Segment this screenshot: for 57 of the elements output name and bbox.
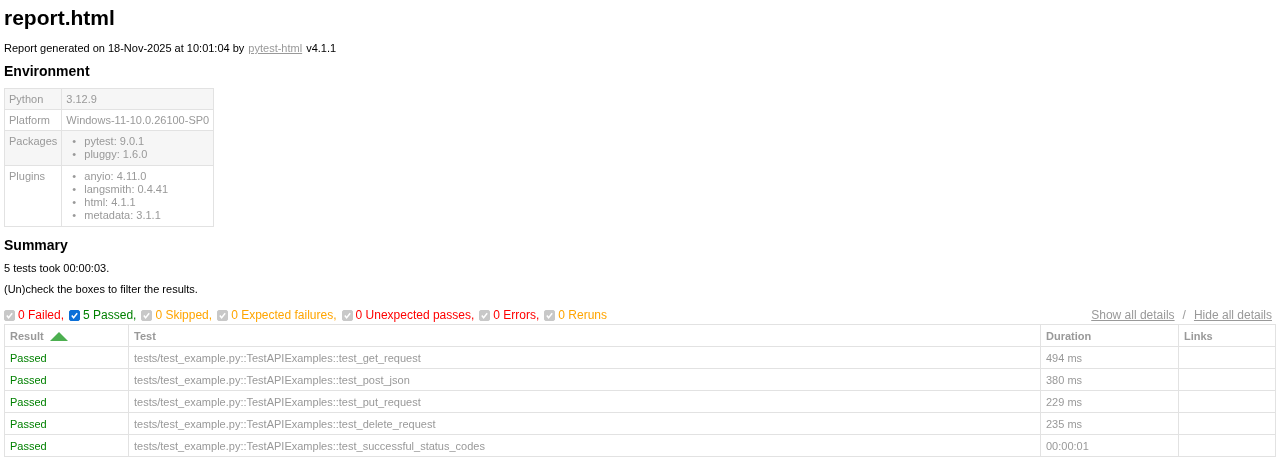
env-list-item: langsmith: 0.4.41: [84, 183, 169, 196]
filter-label: 5 Passed,: [83, 308, 137, 322]
duration-cell: 00:00:01: [1040, 434, 1179, 457]
test-name-cell: tests/test_example.py::TestAPIExamples::test_successful_status_codes: [128, 434, 1041, 457]
generated-text: Report generated on 18-Nov-2025 at 10:01:04 by: [4, 42, 245, 54]
hide-all-details-link[interactable]: Hide all details: [1193, 308, 1272, 322]
filter-checkbox[interactable]: [69, 309, 81, 321]
test-name-cell: tests/test_example.py::TestAPIExamples::test_post_json: [128, 368, 1041, 391]
env-value-cell: 3.12.9: [61, 88, 214, 110]
filter-label: 0 Reruns: [558, 308, 607, 322]
show-all-details-link[interactable]: Show all details: [1091, 308, 1175, 322]
env-key-cell: Python: [4, 88, 62, 110]
env-key-cell: Platform: [4, 109, 62, 131]
env-list-item: pluggy: 1.6.0: [84, 148, 148, 161]
duration-cell: 229 ms: [1040, 390, 1179, 413]
env-list-item: html: 4.1.1: [84, 196, 136, 209]
test-name-cell: tests/test_example.py::TestAPIExamples::test_get_request: [128, 346, 1041, 369]
duration-text: 5 tests took 00:00:03.: [4, 262, 111, 274]
filter-label: 0 Skipped,: [155, 308, 213, 322]
version-text: v4.1.1: [306, 42, 337, 54]
bullet-text: •: [72, 170, 78, 183]
bullet-text: •: [72, 148, 78, 161]
test-name-cell: tests/test_example.py::TestAPIExamples::test_put_request: [128, 390, 1041, 413]
duration-cell: 235 ms: [1040, 412, 1179, 435]
test-name-cell: tests/test_example.py::TestAPIExamples::test_delete_request: [128, 412, 1041, 435]
env-list-item: metadata: 3.1.1: [84, 209, 161, 222]
env-value-cell: Windows-11-10.0.26100-SP0: [61, 109, 214, 131]
filter-label: 0 Errors,: [493, 308, 540, 322]
env-key-cell: Plugins: [4, 165, 62, 227]
environment-heading: Environment: [4, 63, 91, 79]
pytest-html-link[interactable]: pytest-html: [248, 42, 303, 54]
result-cell: Passed: [4, 346, 129, 369]
bullet-text: •: [72, 209, 78, 222]
bullet-text: •: [72, 183, 78, 196]
env-list-item: anyio: 4.11.0: [84, 170, 147, 183]
bullet-text: •: [72, 196, 78, 209]
test-column-header[interactable]: Test: [128, 324, 1041, 347]
env-list-item: pytest: 9.0.1: [84, 135, 145, 148]
result-cell: Passed: [4, 390, 129, 413]
result-cell: Passed: [4, 434, 129, 457]
result-cell: Passed: [4, 368, 129, 391]
duration-cell: 380 ms: [1040, 368, 1179, 391]
filter-label: 0 Failed,: [18, 308, 65, 322]
bullet-text: •: [72, 135, 78, 148]
env-key-cell: Packages: [4, 130, 62, 166]
filter-label: 0 Unexpected passes,: [355, 308, 475, 322]
page-title: report.html: [4, 6, 116, 30]
links-column-header[interactable]: Links: [1178, 324, 1276, 347]
result-column-header[interactable]: Result: [4, 324, 129, 347]
filter-label: 0 Expected failures,: [231, 308, 337, 322]
filter-hint-text: (Un)check the boxes to filter the results.: [4, 283, 199, 295]
summary-heading: Summary: [4, 237, 69, 253]
duration-cell: 494 ms: [1040, 346, 1179, 369]
result-cell: Passed: [4, 412, 129, 435]
sort-ascending-icon: [49, 331, 68, 341]
separator-text: /: [1182, 308, 1186, 322]
duration-column-header[interactable]: Duration: [1040, 324, 1179, 347]
